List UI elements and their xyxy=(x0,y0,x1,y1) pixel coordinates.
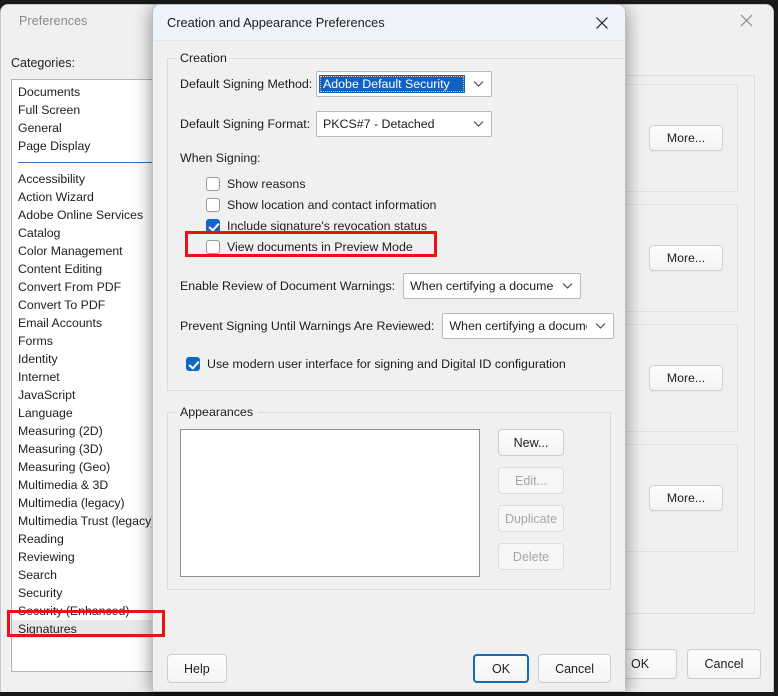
category-item[interactable]: General xyxy=(12,119,160,137)
close-icon[interactable] xyxy=(727,7,765,33)
creation-group: Creation Default Signing Method: Adobe D… xyxy=(167,51,625,391)
checkbox-label: Show reasons xyxy=(227,176,306,191)
category-item[interactable]: Convert To PDF xyxy=(12,296,160,314)
appearances-list[interactable] xyxy=(180,429,480,577)
dialog-ok-button[interactable]: OK xyxy=(473,654,530,683)
appearance-delete-button: Delete xyxy=(498,543,564,570)
category-item[interactable]: Email Accounts xyxy=(12,314,160,332)
prevent-signing-select[interactable]: When certifying a document xyxy=(442,313,615,339)
enable-review-label: Enable Review of Document Warnings: xyxy=(180,279,396,293)
category-item[interactable]: Identity xyxy=(12,350,160,368)
category-item[interactable]: Security xyxy=(12,584,160,602)
more-button-3[interactable]: More... xyxy=(649,365,723,391)
checkbox-label: View documents in Preview Mode xyxy=(227,239,413,254)
category-item[interactable]: Documents xyxy=(12,83,160,101)
dialog-body: Creation Default Signing Method: Adobe D… xyxy=(153,41,625,590)
modern-ui-checkbox[interactable] xyxy=(186,356,200,371)
appearance-duplicate-button: Duplicate xyxy=(498,505,564,532)
prevent-signing-label: Prevent Signing Until Warnings Are Revie… xyxy=(180,319,435,333)
enable-review-row: Enable Review of Document Warnings: When… xyxy=(180,273,614,299)
checkbox-label: Show location and contact information xyxy=(227,197,437,212)
category-item[interactable]: Forms xyxy=(12,332,160,350)
category-item[interactable]: Convert From PDF xyxy=(12,278,160,296)
categories-list[interactable]: Documents Full Screen General Page Display … xyxy=(11,79,161,672)
category-item[interactable]: Full Screen xyxy=(12,101,160,119)
when-signing-checkbox-row[interactable]: Include signature's revocation status xyxy=(206,215,614,236)
category-item[interactable]: Adobe Online Services xyxy=(12,206,160,224)
preferences-cancel-button[interactable]: Cancel xyxy=(687,649,761,679)
screen: Preferences Categories: Documents Full Sc… xyxy=(0,0,778,696)
default-signing-format-label: Default Signing Format: xyxy=(180,117,311,131)
category-item[interactable]: Search xyxy=(12,566,160,584)
category-item[interactable]: Reading xyxy=(12,530,160,548)
categories-separator xyxy=(18,162,158,163)
default-signing-format-select[interactable]: PKCS#7 - Detached xyxy=(316,111,492,137)
category-item[interactable]: Page Display xyxy=(12,137,160,155)
help-button[interactable]: Help xyxy=(167,654,227,683)
default-signing-method-row: Default Signing Method: Adobe Default Se… xyxy=(180,71,614,97)
category-item[interactable]: JavaScript xyxy=(12,386,160,404)
chevron-down-icon xyxy=(465,120,491,128)
category-item[interactable]: Measuring (3D) xyxy=(12,440,160,458)
chevron-down-icon xyxy=(465,80,491,88)
default-signing-format-row: Default Signing Format: PKCS#7 - Detache… xyxy=(180,111,614,137)
default-signing-method-value: Adobe Default Security xyxy=(319,75,465,93)
when-signing-checkbox-row[interactable]: View documents in Preview Mode xyxy=(206,236,614,257)
category-item[interactable]: Measuring (2D) xyxy=(12,422,160,440)
checkbox-label: Include signature's revocation status xyxy=(227,218,428,233)
appearances-group: Appearances New... Edit... Duplicate Del… xyxy=(167,405,611,590)
dialog-footer: Help OK Cancel xyxy=(153,643,625,691)
default-signing-format-value: PKCS#7 - Detached xyxy=(323,117,435,131)
category-item[interactable]: Content Editing xyxy=(12,260,160,278)
category-item[interactable]: Multimedia (legacy) xyxy=(12,494,160,512)
category-item[interactable]: Security (Enhanced) xyxy=(12,602,160,620)
creation-appearance-preferences-dialog: Creation and Appearance Preferences Crea… xyxy=(152,4,626,692)
category-item[interactable]: Multimedia & 3D xyxy=(12,476,160,494)
checkbox[interactable] xyxy=(206,239,220,254)
category-item[interactable]: Accessibility xyxy=(12,170,160,188)
more-button-2[interactable]: More... xyxy=(649,245,723,271)
category-item[interactable]: Measuring (Geo) xyxy=(12,458,160,476)
category-item[interactable]: Action Wizard xyxy=(12,188,160,206)
prevent-signing-row: Prevent Signing Until Warnings Are Revie… xyxy=(180,313,615,339)
appearances-buttons: New... Edit... Duplicate Delete xyxy=(498,429,564,577)
appearance-edit-button: Edit... xyxy=(498,467,564,494)
prevent-signing-value: When certifying a document xyxy=(449,319,587,333)
dialog-title: Creation and Appearance Preferences xyxy=(167,15,385,30)
checkbox[interactable] xyxy=(206,218,220,233)
modern-ui-checkbox-row[interactable]: Use modern user interface for signing an… xyxy=(186,353,614,374)
default-signing-method-select[interactable]: Adobe Default Security xyxy=(316,71,492,97)
categories-label: Categories: xyxy=(11,56,75,70)
when-signing-checkbox-row[interactable]: Show reasons xyxy=(206,173,614,194)
default-signing-method-label: Default Signing Method: xyxy=(180,77,313,91)
when-signing-label: When Signing: xyxy=(180,151,261,165)
category-item[interactable]: Multimedia Trust (legacy) xyxy=(12,512,160,530)
category-item[interactable]: Language xyxy=(12,404,160,422)
enable-review-value: When certifying a document xyxy=(410,279,555,293)
chevron-down-icon xyxy=(587,322,613,330)
appearances-legend: Appearances xyxy=(180,405,254,419)
modern-ui-label: Use modern user interface for signing an… xyxy=(207,356,566,371)
category-item[interactable]: Catalog xyxy=(12,224,160,242)
category-item[interactable]: Reviewing xyxy=(12,548,160,566)
more-button-1[interactable]: More... xyxy=(649,125,723,151)
when-signing-checkbox-row[interactable]: Show location and contact information xyxy=(206,194,614,215)
appearance-new-button[interactable]: New... xyxy=(498,429,564,456)
preferences-title: Preferences xyxy=(19,14,88,28)
checkbox[interactable] xyxy=(206,197,220,212)
creation-legend: Creation xyxy=(180,51,227,65)
when-signing-checkbox-list: Show reasons Show location and contact in… xyxy=(180,173,614,257)
chevron-down-icon xyxy=(554,282,580,290)
more-button-4[interactable]: More... xyxy=(649,485,723,511)
enable-review-select[interactable]: When certifying a document xyxy=(403,273,582,299)
dialog-titlebar: Creation and Appearance Preferences xyxy=(153,5,625,41)
close-icon[interactable] xyxy=(585,10,619,36)
category-item[interactable]: Internet xyxy=(12,368,160,386)
dialog-cancel-button[interactable]: Cancel xyxy=(538,654,611,683)
checkbox[interactable] xyxy=(206,176,220,191)
category-item[interactable]: Color Management xyxy=(12,242,160,260)
